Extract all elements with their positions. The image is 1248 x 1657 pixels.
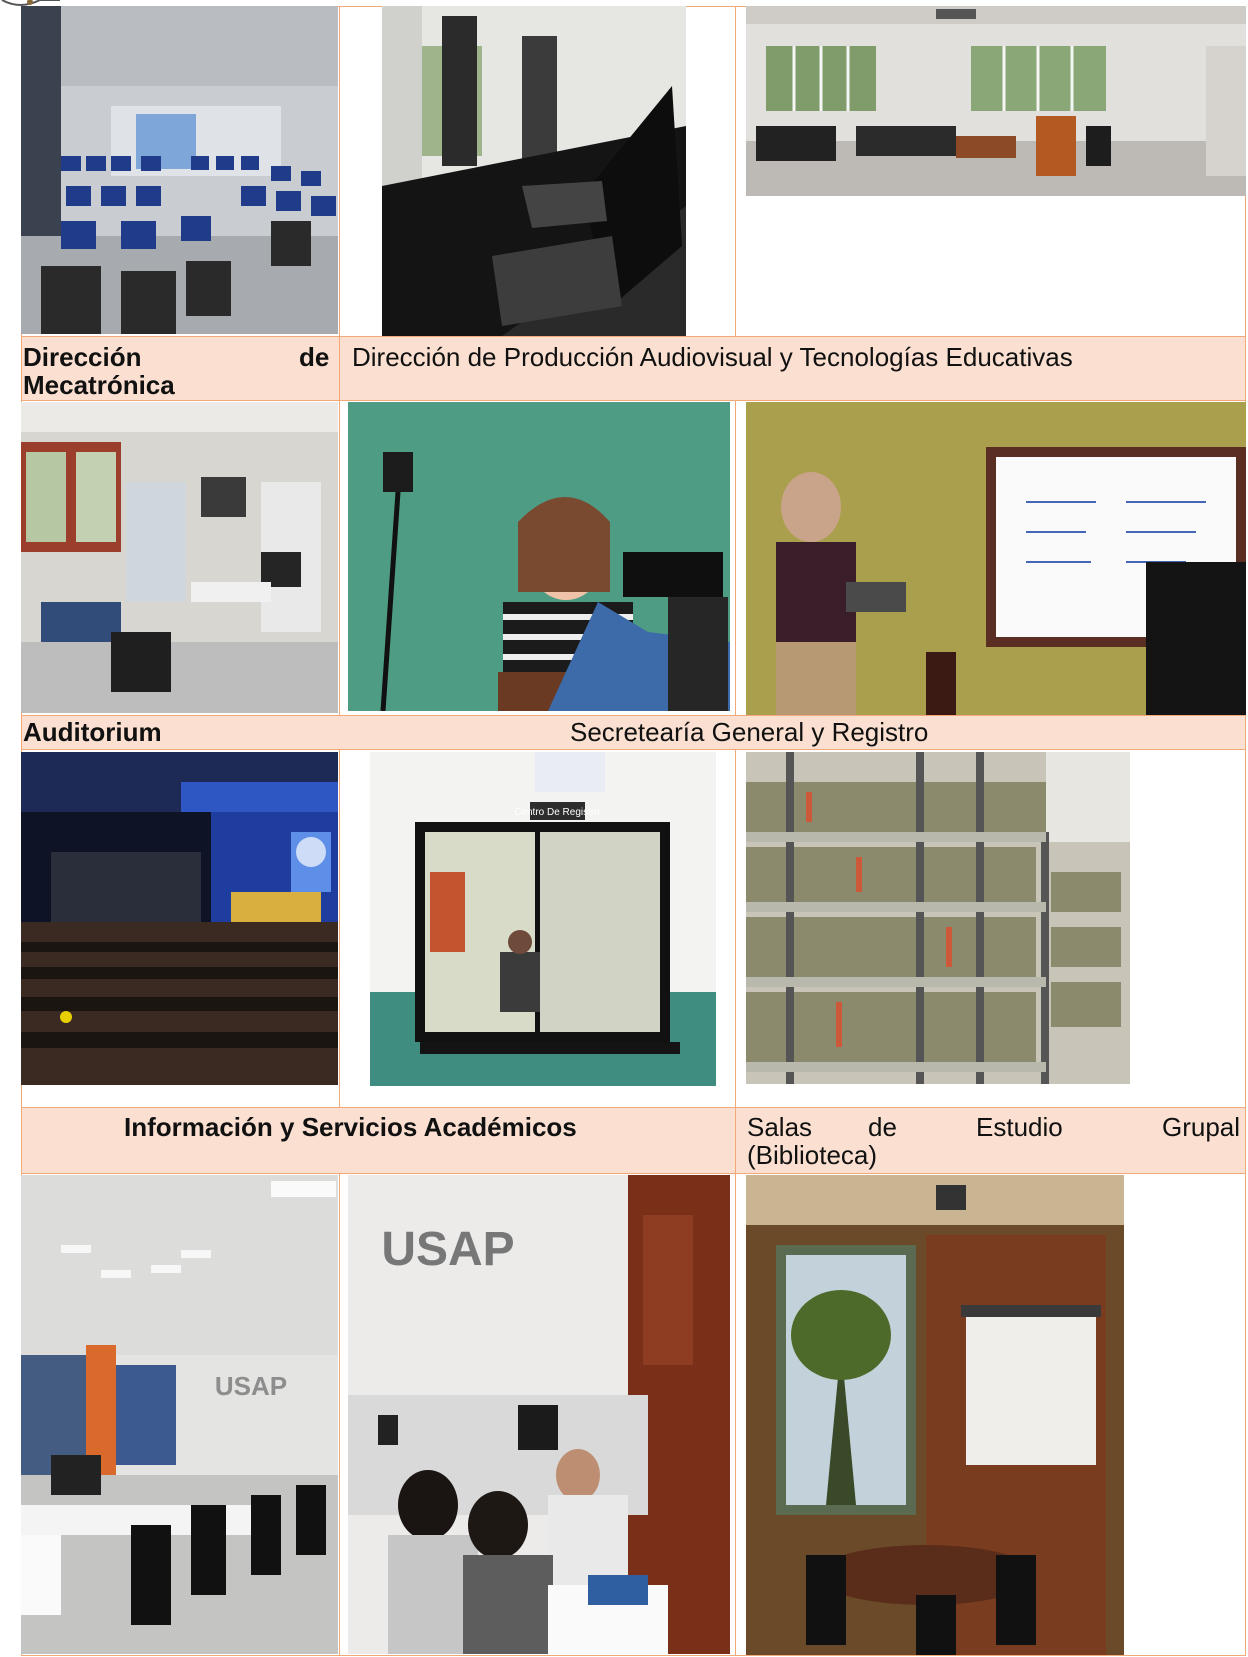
photo-computer-lab [21,6,338,334]
photo-laptops-room [382,6,686,336]
label-salas-word3: Estudio [976,1112,1063,1142]
label-salas-biblioteca: (Biblioteca) [747,1140,878,1170]
photo-informacion-desk: USAP [348,1175,730,1654]
label-salas-word1: Salas [747,1112,813,1142]
photo-registro-window: Centro De Registro [370,752,716,1086]
label-informacion: Información y Servicios Académicos [124,1112,577,1142]
label-direccion-word: Dirección [23,342,142,372]
registro-sign-text: Centro De Registro [514,807,600,818]
photo-green-screen-studio [348,402,730,711]
usap-wall-logo: USAP [215,1371,287,1401]
photo-file-archive [746,752,1130,1084]
label-salas-word4: Grupal [1162,1112,1241,1142]
photo-classroom-windows [746,6,1246,196]
label-salas-word2: de [868,1112,897,1142]
photo-study-room [746,1175,1124,1655]
photo-informacion-office: USAP [21,1175,338,1654]
label-secretaria: Secretearía General y Registro [570,717,929,747]
facilities-table: Dirección de Mecatrónica Dirección de Pr… [21,6,1246,1656]
photo-auditorium [21,752,338,1085]
label-auditorium: Auditorium [23,717,162,747]
label-mecatronica-word: Mecatrónica [23,370,175,400]
photo-mecatronica-lab [21,402,338,713]
label-audiovisual: Dirección de Producción Audiovisual y Te… [352,342,1073,372]
usap-wall-logo-2: USAP [381,1223,514,1276]
photo-smartboard-lecture [746,402,1246,715]
label-de-word: de [299,342,330,372]
